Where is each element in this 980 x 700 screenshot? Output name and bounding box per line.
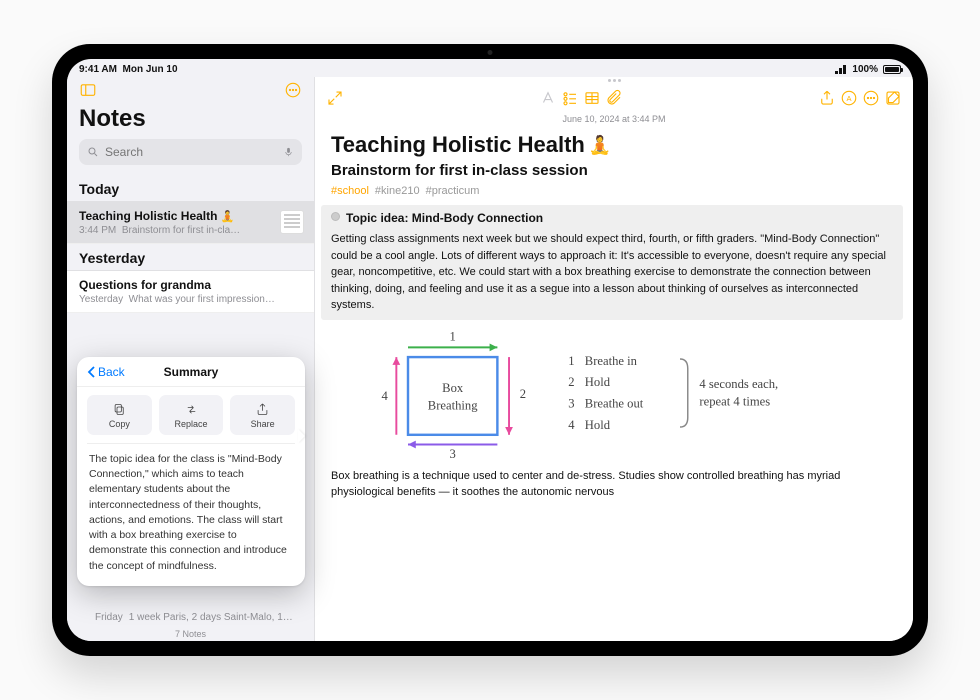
- sidebar: Notes Today Teaching Holistic Health🧘 3:…: [67, 77, 315, 641]
- svg-text:4 seconds each,: 4 seconds each,: [699, 377, 778, 391]
- ipad-frame: 9:41 AM Mon Jun 10 100% Notes Today Teac…: [52, 44, 928, 656]
- svg-text:1: 1: [450, 329, 456, 343]
- svg-text:2: 2: [568, 375, 574, 389]
- search-input[interactable]: [105, 145, 277, 159]
- multitask-dots[interactable]: [315, 77, 913, 84]
- more-options-icon[interactable]: [284, 81, 302, 99]
- selection-handle[interactable]: [331, 212, 340, 221]
- share-button[interactable]: Share: [230, 395, 295, 435]
- note-tags: #school #kine210 #practicum: [331, 185, 893, 197]
- note-item-teaching-holistic[interactable]: Teaching Holistic Health🧘 3:44 PM Brains…: [67, 202, 314, 244]
- status-date: Mon Jun 10: [123, 64, 178, 75]
- svg-text:A: A: [846, 94, 851, 103]
- editor-toolbar: A: [315, 84, 913, 112]
- selected-text-block[interactable]: Topic idea: Mind-Body Connection Getting…: [321, 205, 903, 320]
- checklist-icon[interactable]: [560, 88, 580, 108]
- svg-text:3: 3: [450, 447, 456, 461]
- battery-percent: 100%: [852, 64, 878, 75]
- screen: 9:41 AM Mon Jun 10 100% Notes Today Teac…: [67, 59, 913, 641]
- box-breathing-drawing: Box Breathing 1 2 3 4 1Breathe in 2Hold …: [331, 326, 893, 462]
- wifi-icon: [835, 65, 847, 74]
- search-field[interactable]: [79, 139, 302, 165]
- svg-text:Box: Box: [442, 381, 464, 395]
- app-title: Notes: [67, 103, 314, 139]
- expand-icon[interactable]: [325, 88, 345, 108]
- note-item-grandma[interactable]: Questions for grandma Yesterday What was…: [67, 271, 314, 313]
- replace-button[interactable]: Replace: [159, 395, 224, 435]
- tag-school[interactable]: #school: [331, 185, 369, 197]
- svg-text:1: 1: [568, 353, 574, 367]
- note-thumbnail: [280, 210, 304, 234]
- status-bar: 9:41 AM Mon Jun 10 100%: [67, 59, 913, 77]
- share-icon[interactable]: [817, 88, 837, 108]
- mic-icon[interactable]: [283, 145, 294, 159]
- search-icon: [87, 146, 99, 158]
- note-title: Teaching Holistic Health🧘: [331, 132, 893, 158]
- collaborate-icon[interactable]: A: [839, 88, 859, 108]
- svg-text:4: 4: [568, 417, 575, 431]
- note-item-friday[interactable]: Friday 1 week Paris, 2 days Saint-Malo, …: [95, 612, 293, 623]
- more-icon[interactable]: [861, 88, 881, 108]
- svg-text:Hold: Hold: [585, 375, 611, 389]
- attachment-icon[interactable]: [604, 88, 624, 108]
- svg-text:Breathe out: Breathe out: [585, 396, 644, 410]
- svg-text:3: 3: [568, 396, 574, 410]
- sidebar-toggle-icon[interactable]: [79, 81, 97, 99]
- status-time: 9:41 AM: [79, 64, 117, 75]
- popover-back-button[interactable]: Back: [87, 365, 125, 379]
- editor-pane: A June 10, 2024 at 3:44 PM Teaching Holi…: [315, 77, 913, 641]
- svg-text:repeat 4 times: repeat 4 times: [699, 394, 770, 408]
- svg-text:Breathe in: Breathe in: [585, 353, 638, 367]
- svg-text:Breathing: Breathing: [428, 398, 478, 412]
- note-subtitle: Brainstorm for first in-class session: [331, 162, 893, 179]
- section-today: Today: [67, 175, 314, 202]
- popover-title: Summary: [164, 365, 219, 379]
- chevron-left-icon: [87, 366, 96, 378]
- svg-text:Hold: Hold: [585, 417, 611, 431]
- note-date: June 10, 2024 at 3:44 PM: [315, 112, 913, 132]
- emoji-meditation: 🧘: [589, 135, 611, 156]
- notes-count: 7 Notes: [67, 629, 314, 639]
- text-style-icon[interactable]: [538, 88, 558, 108]
- summary-popover: Back Summary Copy Replace Share: [77, 357, 305, 586]
- svg-text:4: 4: [382, 388, 389, 402]
- section-yesterday: Yesterday: [67, 244, 314, 271]
- compose-icon[interactable]: [883, 88, 903, 108]
- table-icon[interactable]: [582, 88, 602, 108]
- copy-button[interactable]: Copy: [87, 395, 152, 435]
- tag-kine210[interactable]: #kine210: [375, 185, 420, 197]
- body-paragraph-2: Box breathing is a technique used to cen…: [331, 468, 893, 501]
- tag-practicum[interactable]: #practicum: [426, 185, 480, 197]
- battery-icon: [883, 65, 901, 74]
- camera-dot: [488, 50, 493, 55]
- note-body[interactable]: Teaching Holistic Health🧘 Brainstorm for…: [315, 132, 913, 641]
- summary-text: The topic idea for the class is "Mind-Bo…: [77, 444, 305, 586]
- svg-text:2: 2: [520, 386, 526, 400]
